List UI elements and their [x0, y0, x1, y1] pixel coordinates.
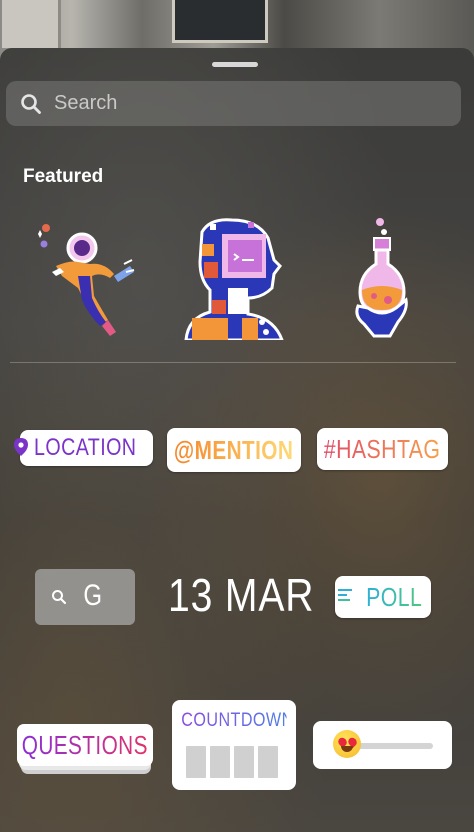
sticker-tray-sheet: Search Featured LOCATION @MENTION #HASHT… [0, 48, 474, 832]
hashtag-sticker[interactable]: #HASHTAG [317, 428, 448, 470]
location-sticker[interactable]: LOCATION [14, 430, 153, 466]
astronaut-sticker[interactable] [34, 216, 138, 340]
countdown-sticker[interactable]: COUNTDOWN [172, 700, 296, 790]
questions-card: QUESTIONS [17, 724, 153, 766]
background-window-left [2, 0, 61, 48]
gif-label: G [83, 579, 103, 612]
location-label: LOCATION [34, 434, 137, 461]
questions-label: QUESTIONS [21, 729, 149, 760]
poll-lines-icon [337, 588, 354, 607]
countdown-digit-box [258, 746, 278, 778]
countdown-label: COUNTDOWN [181, 710, 294, 731]
date-sticker[interactable]: 13 MAR [168, 568, 314, 622]
countdown-digit-boxes [186, 746, 278, 778]
questions-sticker[interactable]: QUESTIONS [17, 724, 153, 776]
robot-profile-sticker[interactable] [182, 218, 286, 342]
potion-flask-sticker[interactable] [352, 216, 414, 340]
drag-handle[interactable] [212, 62, 258, 67]
countdown-digit-box [210, 746, 230, 778]
heart-eyes-emoji-icon [333, 730, 361, 758]
section-divider [10, 362, 456, 363]
gif-sticker[interactable]: G [35, 569, 135, 625]
location-pin-icon [14, 437, 29, 461]
poll-sticker[interactable]: POLL [335, 576, 431, 618]
poll-label: POLL [365, 581, 423, 612]
countdown-digit-box [186, 746, 206, 778]
featured-heading: Featured [23, 166, 104, 187]
emoji-slider-sticker[interactable] [313, 721, 452, 769]
countdown-digit-box [234, 746, 254, 778]
hashtag-label: #HASHTAG [324, 433, 441, 464]
gif-search-icon [51, 589, 67, 610]
search-placeholder: Search [54, 92, 118, 114]
search-icon [20, 93, 42, 120]
mention-label: @MENTION [174, 434, 294, 465]
mention-sticker[interactable]: @MENTION [167, 428, 301, 472]
background-window [172, 0, 268, 43]
search-bar[interactable]: Search [6, 81, 461, 126]
